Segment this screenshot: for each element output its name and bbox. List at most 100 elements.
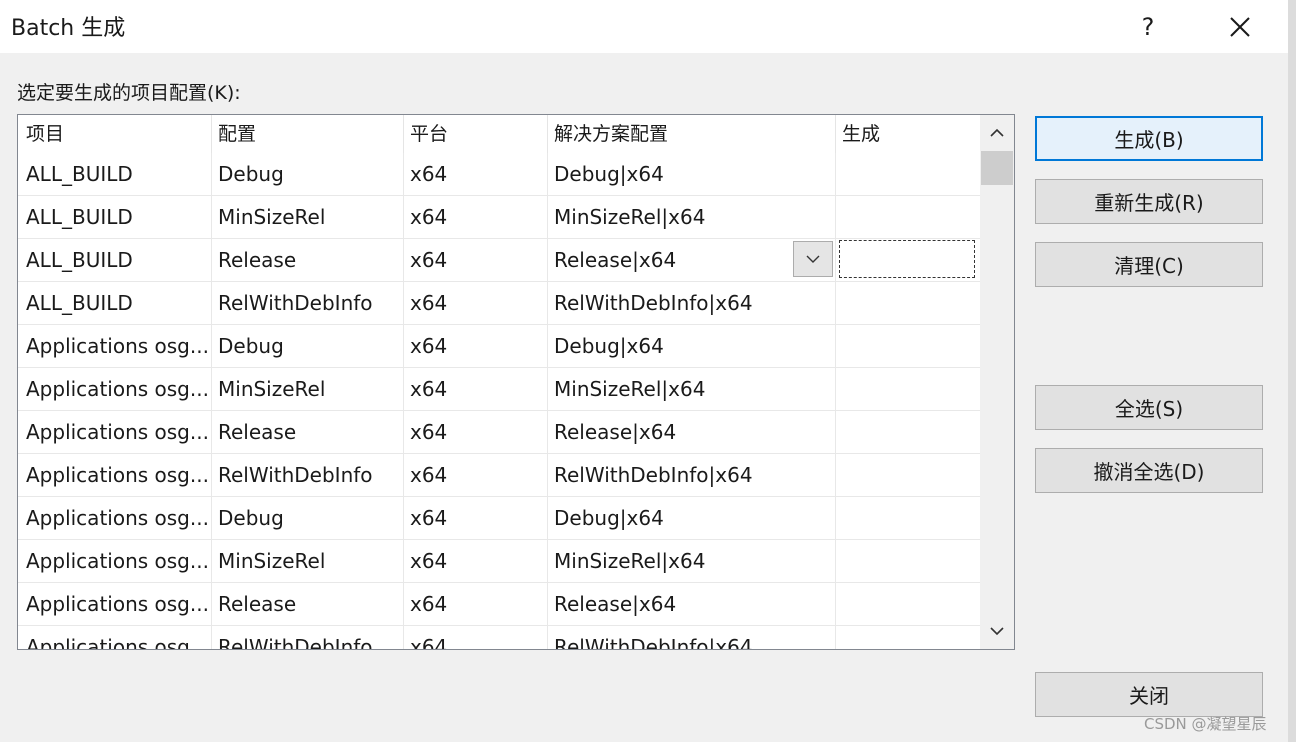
table-row[interactable]: Applications osg... RelWithDebInfo x64 RelW… bbox=[18, 626, 980, 649]
table-row[interactable]: Applications osg... Debug x64 Debug|x64 bbox=[18, 497, 980, 540]
close-window-button[interactable] bbox=[1214, 0, 1266, 53]
row-build-cell bbox=[836, 583, 980, 625]
window-edge bbox=[1288, 0, 1296, 742]
row-build-cell bbox=[836, 411, 980, 453]
row-config-cell[interactable]: MinSizeRel bbox=[212, 368, 404, 410]
row-solution-config-cell: RelWithDebInfo|x64 bbox=[548, 626, 836, 649]
row-solution-config-cell: Release|x64 bbox=[548, 411, 836, 453]
row-solution-config-cell: RelWithDebInfo|x64 bbox=[548, 282, 836, 324]
table-row[interactable]: ALL_BUILD MinSizeRel x64 MinSizeRel|x64 bbox=[18, 196, 980, 239]
row-config-cell[interactable]: Release bbox=[212, 239, 404, 281]
row-solution-config-cell: MinSizeRel|x64 bbox=[548, 368, 836, 410]
close-icon bbox=[1230, 16, 1250, 37]
row-project-cell: ALL_BUILD bbox=[18, 153, 212, 195]
build-button[interactable]: 生成(B) bbox=[1035, 116, 1263, 161]
help-button[interactable]: ? bbox=[1122, 0, 1174, 53]
row-solution-config-cell: MinSizeRel|x64 bbox=[548, 540, 836, 582]
row-config-cell[interactable]: RelWithDebInfo bbox=[212, 454, 404, 496]
row-config-cell[interactable]: Release bbox=[212, 583, 404, 625]
scroll-up-button[interactable] bbox=[980, 115, 1014, 151]
row-solution-config-cell: Debug|x64 bbox=[548, 325, 836, 367]
row-platform-cell: x64 bbox=[404, 153, 548, 195]
row-platform-cell: x64 bbox=[404, 196, 548, 238]
column-header-build[interactable]: 生成 bbox=[836, 115, 980, 153]
row-build-cell bbox=[836, 540, 980, 582]
project-list-label: 选定要生成的项目配置(K): bbox=[17, 82, 241, 104]
table-row[interactable]: Applications osg... Release x64 Release|x64 bbox=[18, 583, 980, 626]
row-build-cell bbox=[836, 282, 980, 324]
column-header-solution-config[interactable]: 解决方案配置 bbox=[548, 115, 836, 153]
row-project-cell: Applications osg... bbox=[18, 454, 212, 496]
row-solution-config-cell: Debug|x64 bbox=[548, 497, 836, 539]
row-build-cell bbox=[836, 497, 980, 539]
scroll-down-button[interactable] bbox=[980, 613, 1014, 649]
row-solution-config-cell: RelWithDebInfo|x64 bbox=[548, 454, 836, 496]
row-project-cell: Applications osg... bbox=[18, 626, 212, 649]
scroll-thumb[interactable] bbox=[981, 151, 1013, 185]
row-project-cell: Applications osg... bbox=[18, 540, 212, 582]
row-config-cell[interactable]: RelWithDebInfo bbox=[212, 282, 404, 324]
row-project-cell: ALL_BUILD bbox=[18, 196, 212, 238]
close-button[interactable]: 关闭 bbox=[1035, 672, 1263, 717]
title-bar: Batch 生成 ? bbox=[0, 0, 1288, 53]
column-header-config[interactable]: 配置 bbox=[212, 115, 404, 153]
row-platform-cell: x64 bbox=[404, 497, 548, 539]
column-header-project[interactable]: 项目 bbox=[18, 115, 212, 153]
row-solution-config-cell: Release|x64 bbox=[548, 583, 836, 625]
row-platform-cell: x64 bbox=[404, 239, 548, 281]
row-platform-cell: x64 bbox=[404, 540, 548, 582]
row-config-cell[interactable]: RelWithDebInfo bbox=[212, 626, 404, 649]
watermark: CSDN @凝望星辰 bbox=[1144, 715, 1267, 733]
table-row[interactable]: ALL_BUILD Release x64 Release|x64 bbox=[18, 239, 980, 282]
window-title: Batch 生成 bbox=[11, 16, 126, 41]
table-row[interactable]: Applications osg... MinSizeRel x64 MinSizeR… bbox=[18, 540, 980, 583]
row-project-cell: Applications osg... bbox=[18, 411, 212, 453]
row-platform-cell: x64 bbox=[404, 454, 548, 496]
row-build-cell bbox=[836, 325, 980, 367]
row-project-cell: Applications osg... bbox=[18, 325, 212, 367]
row-config-cell[interactable]: Debug bbox=[212, 153, 404, 195]
row-config-cell[interactable]: Release bbox=[212, 411, 404, 453]
table-row[interactable]: Applications osg... Release x64 Release|x64 bbox=[18, 411, 980, 454]
table-row[interactable]: ALL_BUILD RelWithDebInfo x64 RelWithDebInfo… bbox=[18, 282, 980, 325]
deselect-all-button[interactable]: 撤消全选(D) bbox=[1035, 448, 1263, 493]
row-config-cell[interactable]: MinSizeRel bbox=[212, 540, 404, 582]
table-row[interactable]: Applications osg... RelWithDebInfo x64 RelW… bbox=[18, 454, 980, 497]
row-config-cell[interactable]: MinSizeRel bbox=[212, 196, 404, 238]
row-project-cell: ALL_BUILD bbox=[18, 239, 212, 281]
row-build-cell bbox=[836, 454, 980, 496]
chevron-down-icon bbox=[990, 627, 1004, 636]
row-build-cell bbox=[836, 153, 980, 195]
row-solution-config-cell: Debug|x64 bbox=[548, 153, 836, 195]
chevron-up-icon bbox=[990, 128, 1004, 137]
row-platform-cell: x64 bbox=[404, 368, 548, 410]
column-header-platform[interactable]: 平台 bbox=[404, 115, 548, 153]
focus-rectangle bbox=[839, 240, 975, 278]
row-build-cell bbox=[836, 368, 980, 410]
rebuild-button[interactable]: 重新生成(R) bbox=[1035, 179, 1263, 224]
clean-button[interactable]: 清理(C) bbox=[1035, 242, 1263, 287]
table-row[interactable]: Applications osg... MinSizeRel x64 MinSizeR… bbox=[18, 368, 980, 411]
row-config-cell[interactable]: Debug bbox=[212, 497, 404, 539]
vertical-scrollbar[interactable] bbox=[980, 115, 1014, 649]
project-config-grid[interactable]: 项目 配置 平台 解决方案配置 生成 ALL_BUILD Debug x64 Debu… bbox=[17, 114, 1015, 650]
row-platform-cell: x64 bbox=[404, 282, 548, 324]
table-row[interactable]: Applications osg... Debug x64 Debug|x64 bbox=[18, 325, 980, 368]
row-project-cell: Applications osg... bbox=[18, 497, 212, 539]
row-build-cell bbox=[836, 196, 980, 238]
help-icon: ? bbox=[1141, 12, 1155, 41]
row-platform-cell: x64 bbox=[404, 583, 548, 625]
grid-header: 项目 配置 平台 解决方案配置 生成 bbox=[18, 115, 980, 153]
table-row[interactable]: ALL_BUILD Debug x64 Debug|x64 bbox=[18, 153, 980, 196]
row-platform-cell: x64 bbox=[404, 626, 548, 649]
row-project-cell: Applications osg... bbox=[18, 368, 212, 410]
row-config-cell[interactable]: Debug bbox=[212, 325, 404, 367]
config-dropdown-button[interactable] bbox=[793, 241, 833, 277]
row-project-cell: ALL_BUILD bbox=[18, 282, 212, 324]
select-all-button[interactable]: 全选(S) bbox=[1035, 385, 1263, 430]
row-solution-config-cell: MinSizeRel|x64 bbox=[548, 196, 836, 238]
chevron-down-icon bbox=[806, 255, 820, 263]
row-build-cell bbox=[836, 626, 980, 649]
row-platform-cell: x64 bbox=[404, 411, 548, 453]
row-project-cell: Applications osg... bbox=[18, 583, 212, 625]
